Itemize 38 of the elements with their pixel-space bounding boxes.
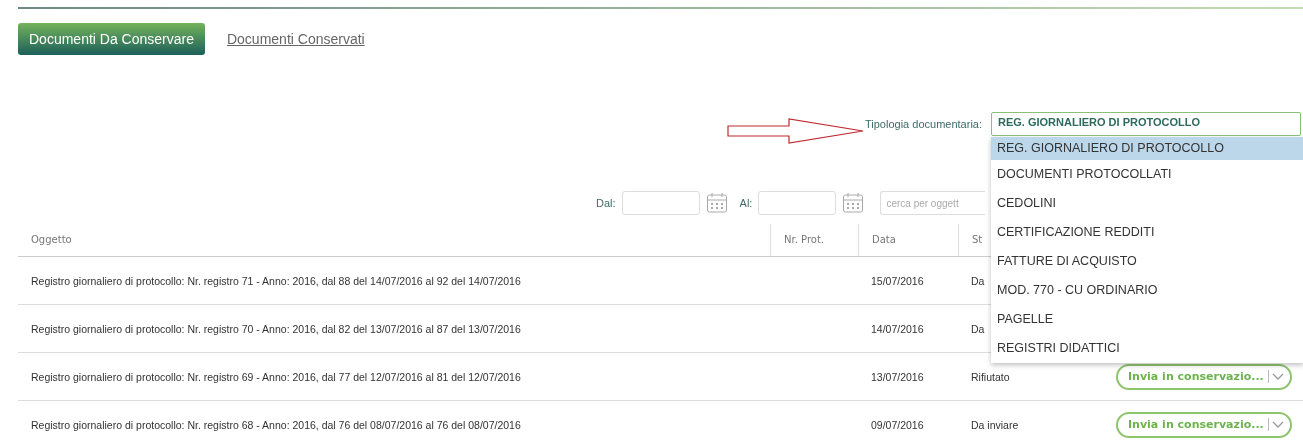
dropdown-option[interactable]: CERTIFICAZIONE REDDITI: [991, 218, 1303, 247]
calendar-icon[interactable]: [705, 192, 728, 214]
type-select[interactable]: REG. GIORNALIERO DI PROTOCOLLO: [991, 112, 1301, 136]
column-header[interactable]: Data: [858, 224, 958, 256]
search-field[interactable]: cerca per oggett: [880, 191, 986, 215]
dropdown-option[interactable]: PAGELLE: [991, 305, 1303, 334]
column-header[interactable]: Oggetto: [18, 224, 770, 256]
tab[interactable]: Documenti Conservati: [226, 30, 365, 47]
table-cell-text: 13/07/2016: [870, 370, 925, 383]
dropdown-option[interactable]: DOCUMENTI PROTOCOLLATI: [991, 160, 1303, 189]
dropdown-option[interactable]: MOD. 770 - CU ORDINARIO: [991, 276, 1303, 305]
dropdown-option[interactable]: REGISTRI DIDATTICI: [991, 334, 1303, 363]
arrow-annotation-icon: [727, 118, 865, 144]
to-label: Al:: [739, 197, 753, 209]
dropdown-option[interactable]: REG. GIORNALIERO DI PROTOCOLLO: [991, 137, 1303, 160]
table-cell-text: Registro giornaliero di protocollo: Nr. registro 71 - Anno: 2016, dal 88 del 14/07/2016 al 92 del 14/07/2016: [30, 274, 522, 287]
column-header[interactable]: Nr. Prot.: [770, 224, 858, 256]
table-cell-text: 14/07/2016: [870, 322, 925, 335]
dropdown-option[interactable]: CEDOLINI: [991, 189, 1303, 218]
tab[interactable]: Documenti Da Conservare: [18, 22, 205, 55]
table-cell-text: Registro giornaliero di protocollo: Nr. registro 69 - Anno: 2016, dal 77 del 12/07/2016 al 81 del 12/07/2016: [30, 370, 522, 383]
type-label: Tipologia documentaria:: [865, 118, 982, 130]
table-cell-text: Registro giornaliero di protocollo: Nr. registro 68 - Anno: 2016, dal 76 del 08/07/2016 al 76 del 08/07/2016: [30, 418, 522, 431]
chevron-down-icon[interactable]: [1272, 372, 1284, 381]
table-cell-text: Da inviare: [970, 418, 1020, 431]
table-cell-text: 09/07/2016: [870, 418, 925, 431]
chevron-down-icon[interactable]: [1272, 420, 1284, 429]
table-cell-text: Rifiutato: [970, 370, 1011, 383]
to-date-field[interactable]: [758, 191, 837, 215]
from-label: Dal:: [596, 197, 616, 209]
dropdown-option[interactable]: FATTURE DI ACQUISTO: [991, 247, 1303, 276]
from-date-field[interactable]: [621, 191, 700, 215]
column-header[interactable]: St: [958, 224, 985, 256]
table-cell-text: Da: [970, 322, 986, 335]
table-cell-text: Registro giornaliero di protocollo: Nr. registro 70 - Anno: 2016, dal 82 del 13/07/2016 al 87 del 13/07/2016: [30, 322, 522, 335]
table-cell-text: Da: [970, 274, 986, 287]
table-cell-text: 15/07/2016: [870, 274, 925, 287]
calendar-icon[interactable]: [842, 192, 865, 214]
